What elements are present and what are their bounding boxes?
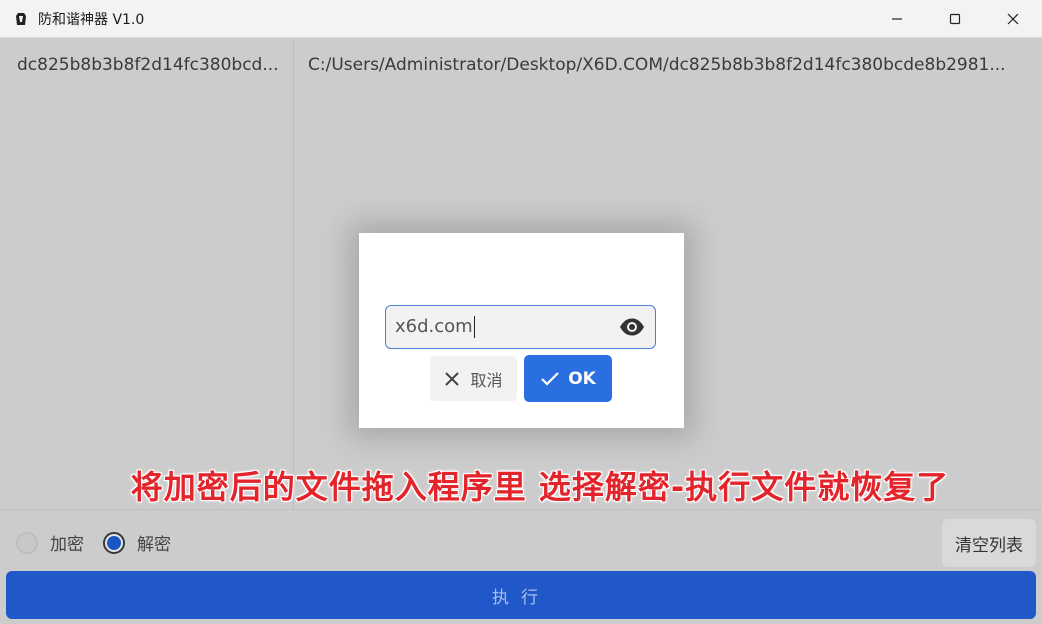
clear-list-button[interactable]: 清空列表 [942,519,1036,567]
password-dialog: x6d.com 取消 OK [359,233,684,428]
maximize-button[interactable] [926,0,984,38]
instruction-caption: 将加密后的文件拖入程序里 选择解密-执行文件就恢复了 [130,468,950,506]
password-value: x6d.com [395,316,473,337]
encrypt-radio[interactable]: 加密 [16,530,84,555]
maximize-icon [949,13,961,25]
eye-icon[interactable] [619,317,645,337]
app-logo-icon [14,11,28,27]
text-caret [473,316,475,338]
window-controls [868,0,1042,38]
check-icon [541,371,559,386]
file-path-item[interactable]: C:/Users/Administrator/Desktop/X6D.COM/d… [308,55,1013,75]
bottom-controls: 加密 解密 清空列表 执行 [0,509,1042,624]
encrypt-label: 加密 [50,535,84,555]
minimize-button[interactable] [868,0,926,38]
ok-button[interactable]: OK [524,355,612,402]
radio-checked-icon [103,531,125,554]
close-icon [1007,13,1019,25]
cancel-button[interactable]: 取消 [430,356,517,401]
decrypt-radio[interactable]: 解密 [103,530,171,555]
radio-unchecked-icon [16,531,38,554]
minimize-icon [892,18,902,20]
ok-label: OK [568,368,596,389]
file-name-item[interactable]: dc825b8b3b8f2d14fc380bcd... [17,55,282,75]
close-button[interactable] [984,0,1042,38]
file-name-column: dc825b8b3b8f2d14fc380bcd... [0,39,294,509]
password-input[interactable]: x6d.com [385,305,656,349]
decrypt-label: 解密 [137,535,171,555]
close-icon [445,371,460,386]
cancel-label: 取消 [470,370,503,390]
window-title: 防和谐神器 V1.0 [38,11,145,28]
title-bar: 防和谐神器 V1.0 [0,0,1042,38]
execute-button[interactable]: 执行 [6,571,1036,619]
